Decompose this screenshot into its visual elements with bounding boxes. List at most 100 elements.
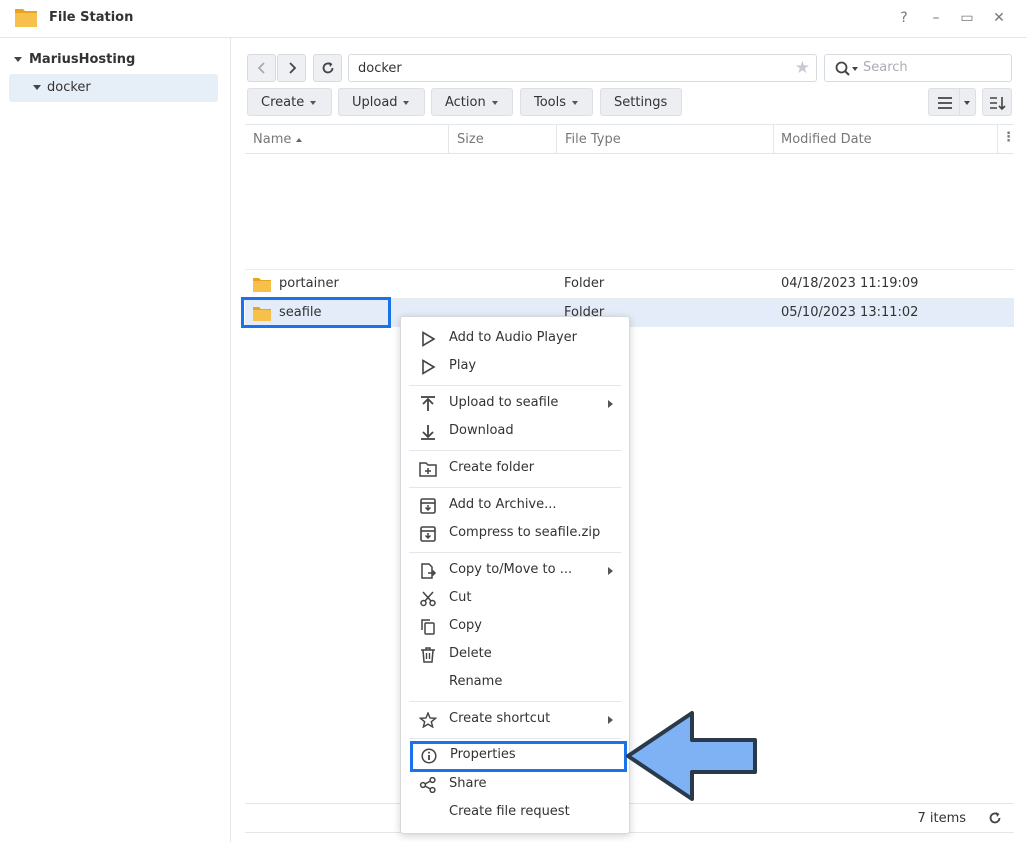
chevron-down-icon[interactable] bbox=[33, 85, 41, 90]
menu-item-download[interactable]: Download bbox=[409, 418, 621, 446]
column-header-size[interactable]: Size bbox=[457, 132, 484, 147]
help-icon[interactable]: ? bbox=[895, 9, 913, 27]
chevron-down-icon bbox=[403, 101, 409, 105]
menu-item-copy[interactable]: Copy bbox=[409, 613, 621, 641]
pointer-arrow-icon bbox=[626, 711, 757, 801]
search-input[interactable] bbox=[863, 60, 1003, 75]
path-bar[interactable]: docker ★ bbox=[348, 54, 817, 82]
submenu-arrow-icon bbox=[608, 716, 613, 724]
menu-item-label: Create shortcut bbox=[449, 711, 551, 726]
chevron-down-icon[interactable] bbox=[14, 57, 22, 62]
sidebar-item-label: docker bbox=[47, 80, 91, 95]
copy-icon bbox=[421, 619, 435, 635]
menu-item-add-audio[interactable]: Add to Audio Player bbox=[409, 325, 621, 353]
menu-item-create-shortcut[interactable]: Create shortcut bbox=[409, 706, 621, 734]
chevron-down-icon bbox=[572, 101, 578, 105]
upload-button[interactable]: Upload bbox=[338, 88, 425, 116]
refresh-button[interactable] bbox=[313, 54, 342, 82]
minimize-icon[interactable]: – bbox=[927, 9, 945, 27]
menu-item-label: Download bbox=[449, 423, 514, 438]
file-modified: 04/18/2023 11:19:09 bbox=[781, 276, 919, 291]
folder-icon bbox=[253, 278, 271, 292]
menu-item-label: Create folder bbox=[449, 460, 535, 475]
sort-button[interactable] bbox=[982, 88, 1012, 116]
column-divider[interactable] bbox=[997, 125, 998, 154]
menu-item-compress[interactable]: Compress to seafile.zip bbox=[409, 520, 621, 548]
menu-item-label: Copy to/Move to ... bbox=[449, 562, 573, 577]
menu-divider bbox=[409, 450, 621, 451]
settings-button-label: Settings bbox=[614, 95, 668, 110]
copy-move-icon bbox=[421, 563, 437, 579]
trash-icon bbox=[421, 647, 435, 663]
menu-item-rename[interactable]: Rename bbox=[409, 669, 621, 697]
menu-item-add-archive[interactable]: Add to Archive... bbox=[409, 492, 621, 520]
menu-divider bbox=[409, 552, 621, 553]
menu-item-label: Copy bbox=[449, 618, 482, 633]
close-icon[interactable]: ✕ bbox=[990, 9, 1008, 27]
menu-item-label: Compress to seafile.zip bbox=[449, 525, 601, 540]
forward-button[interactable] bbox=[277, 54, 306, 82]
submenu-arrow-icon bbox=[608, 567, 613, 575]
column-divider[interactable] bbox=[448, 125, 449, 154]
create-button[interactable]: Create bbox=[247, 88, 332, 116]
menu-item-delete[interactable]: Delete bbox=[409, 641, 621, 669]
column-divider[interactable] bbox=[556, 125, 557, 154]
tools-button-label: Tools bbox=[534, 95, 567, 110]
menu-item-create-folder[interactable]: Create folder bbox=[409, 455, 621, 483]
refresh-icon[interactable] bbox=[988, 811, 1002, 825]
menu-item-label: Rename bbox=[449, 674, 503, 689]
column-header-name[interactable]: Name bbox=[253, 132, 291, 147]
chevron-down-icon bbox=[492, 101, 498, 105]
upload-icon bbox=[421, 396, 435, 411]
list-icon bbox=[938, 97, 952, 109]
maximize-icon[interactable]: ▭ bbox=[958, 9, 976, 27]
tree-root-label: MariusHosting bbox=[29, 52, 136, 67]
menu-divider bbox=[409, 487, 621, 488]
column-header-modified[interactable]: Modified Date bbox=[781, 132, 872, 147]
window-title: File Station bbox=[49, 10, 134, 25]
menu-item-label: Add to Audio Player bbox=[449, 330, 578, 345]
action-button[interactable]: Action bbox=[431, 88, 513, 116]
chevron-down-icon bbox=[964, 101, 970, 105]
menu-item-create-file-request[interactable]: Create file request bbox=[409, 799, 621, 827]
sort-icon bbox=[990, 97, 1006, 111]
download-icon bbox=[421, 425, 435, 440]
chevron-down-icon[interactable] bbox=[852, 67, 858, 71]
menu-item-cut[interactable]: Cut bbox=[409, 585, 621, 613]
menu-item-label: Upload to seafile bbox=[449, 395, 559, 410]
settings-button[interactable]: Settings bbox=[600, 88, 682, 116]
tree-root-item[interactable]: MariusHosting bbox=[14, 52, 135, 67]
file-station-icon bbox=[15, 9, 37, 27]
column-header-type[interactable]: File Type bbox=[565, 132, 621, 147]
menu-item-label: Play bbox=[449, 358, 477, 373]
star-icon bbox=[419, 712, 437, 728]
star-icon[interactable]: ★ bbox=[795, 58, 810, 78]
file-name: portainer bbox=[279, 276, 339, 291]
new-folder-icon bbox=[419, 462, 437, 477]
table-header: Name Size File Type Modified Date ⋮ bbox=[245, 124, 1015, 154]
back-button[interactable] bbox=[247, 54, 276, 82]
menu-item-label: Add to Archive... bbox=[449, 497, 557, 512]
info-icon bbox=[421, 748, 437, 764]
column-divider[interactable] bbox=[773, 125, 774, 154]
table-row[interactable]: portainer Folder 04/18/2023 11:19:09 bbox=[245, 269, 1014, 298]
list-view-button[interactable] bbox=[928, 88, 960, 116]
file-name: seafile bbox=[279, 305, 322, 320]
context-menu: Add to Audio Player Play Upload to seafi… bbox=[400, 316, 630, 834]
menu-item-upload-to[interactable]: Upload to seafile bbox=[409, 390, 621, 418]
menu-item-label: Delete bbox=[449, 646, 492, 661]
title-bar: File Station ? – ▭ ✕ bbox=[0, 0, 1027, 38]
action-button-label: Action bbox=[445, 95, 486, 110]
tools-button[interactable]: Tools bbox=[520, 88, 593, 116]
column-menu-icon[interactable]: ⋮ bbox=[1002, 130, 1015, 145]
scissors-icon bbox=[420, 591, 436, 607]
menu-item-properties[interactable]: Properties bbox=[410, 741, 627, 772]
menu-divider bbox=[409, 738, 621, 739]
menu-item-share[interactable]: Share bbox=[409, 771, 621, 799]
menu-item-play[interactable]: Play bbox=[409, 353, 621, 381]
view-dropdown-button[interactable] bbox=[959, 88, 976, 116]
search-box[interactable] bbox=[824, 54, 1012, 82]
menu-item-copy-move[interactable]: Copy to/Move to ... bbox=[409, 557, 621, 585]
sidebar-item-docker[interactable]: docker bbox=[9, 74, 218, 102]
file-modified: 05/10/2023 13:11:02 bbox=[781, 305, 919, 320]
